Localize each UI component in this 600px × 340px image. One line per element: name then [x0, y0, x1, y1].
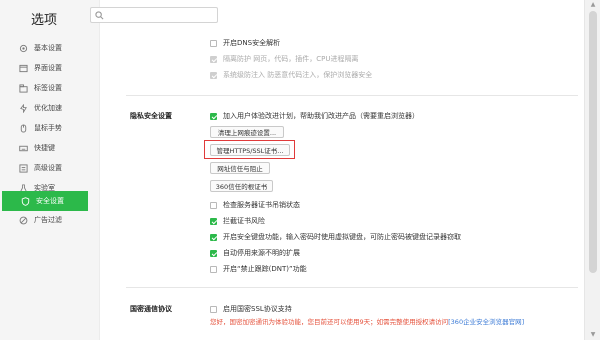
sidebar-item-label: 高级设置 [34, 164, 62, 172]
option-label: 系统级防注入 防恶意代码注入，保护浏览器安全 [223, 71, 373, 79]
root-certs-button[interactable]: 360信任的根证书 [210, 180, 273, 192]
disable-extensions-checkbox[interactable] [210, 249, 217, 257]
sidebar-item-label: 界面设置 [34, 64, 62, 72]
vertical-scrollbar[interactable]: ▲ ▼ [584, 0, 600, 340]
sidebar-item-label: 鼠标手势 [34, 124, 62, 132]
national-crypto-section-title: 国密通信协议 [130, 305, 172, 313]
search-icon [95, 11, 104, 20]
app-title: 选项 [31, 13, 58, 28]
sidebar-item-advanced[interactable]: 高级设置 [0, 158, 100, 178]
keyboard-icon [18, 143, 28, 153]
search-input[interactable] [90, 7, 218, 23]
option-disable-extensions[interactable]: 自动停用来源不明的扩展 [210, 248, 300, 258]
lightning-icon [18, 103, 28, 113]
cert-risk-checkbox[interactable] [210, 217, 217, 225]
shield-icon [20, 196, 30, 206]
isolation-checkbox[interactable] [210, 55, 217, 63]
advanced-icon [18, 163, 28, 173]
block-icon [18, 215, 28, 225]
section-divider [126, 287, 578, 288]
clear-history-button[interactable]: 清理上网痕迹设置... [210, 126, 284, 138]
sidebar-item-security[interactable]: 安全设置 [2, 191, 88, 211]
anti-injection-checkbox[interactable] [210, 71, 217, 79]
tab-icon [18, 83, 28, 93]
join-plan-checkbox[interactable] [210, 112, 217, 120]
sidebar-item-label: 广告过滤 [34, 216, 62, 224]
sidebar-item-label: 标签设置 [34, 84, 62, 92]
option-dns[interactable]: 开启DNS安全解析 [210, 38, 280, 48]
sidebar-item-shortcuts[interactable]: 快捷键 [0, 138, 100, 158]
manage-certs-button[interactable]: 管理HTTPS/SSL证书... [210, 144, 290, 156]
sidebar-item-interface[interactable]: 界面设置 [0, 58, 100, 78]
trust-block-button[interactable]: 网址信任与阻止 [210, 162, 270, 174]
option-label: 检查服务器证书吊销状态 [223, 201, 300, 209]
trial-notice-text: 您好，国密加密通讯为体验功能，您目前还可以使用9天；如需完整使用授权请访问 [210, 318, 449, 326]
scroll-thumb[interactable] [589, 11, 597, 273]
sidebar-item-tabs[interactable]: 标签设置 [0, 78, 100, 98]
dns-checkbox[interactable] [210, 39, 217, 47]
option-label: 隔离防护 网页，代码，插件，CPU进程隔离 [223, 55, 359, 63]
option-cert-risk[interactable]: 拦截证书风险 [210, 216, 265, 226]
option-join-plan[interactable]: 加入用户体验改进计划，帮助我们改进产品 （需要重启浏览器） [210, 111, 419, 121]
option-label: 加入用户体验改进计划，帮助我们改进产品 [223, 112, 356, 120]
gear-icon [18, 43, 28, 53]
privacy-section-title: 隐私安全设置 [130, 112, 172, 120]
option-anti-injection[interactable]: 系统级防注入 防恶意代码注入，保护浏览器安全 [210, 70, 372, 80]
sidebar-item-optimize[interactable]: 优化加速 [0, 98, 100, 118]
sidebar-item-label: 优化加速 [34, 104, 62, 112]
scroll-down-icon[interactable]: ▼ [589, 331, 597, 339]
restart-note: （需要重启浏览器） [356, 112, 419, 120]
sidebar-item-label: 安全设置 [36, 197, 64, 205]
sidebar-item-label: 快捷键 [34, 144, 55, 152]
mouse-icon [18, 123, 28, 133]
secure-keyboard-checkbox[interactable] [210, 233, 217, 241]
sidebar-item-mouse[interactable]: 鼠标手势 [0, 118, 100, 138]
sidebar-item-adblock[interactable]: 广告过滤 [0, 210, 100, 230]
option-label: 开启DNS安全解析 [223, 39, 281, 47]
official-site-link[interactable]: [360企业安全浏览器官网] [448, 316, 524, 326]
sidebar-item-basic[interactable]: 基本设置 [0, 38, 100, 58]
option-isolation[interactable]: 隔离防护 网页，代码，插件，CPU进程隔离 [210, 54, 358, 64]
option-dnt[interactable]: 开启“禁止跟踪(DNT)”功能 [210, 264, 307, 274]
revocation-checkbox[interactable] [210, 201, 217, 209]
option-national-ssl[interactable]: 启用国密SSL协议支持 [210, 304, 292, 314]
settings-content: 开启DNS安全解析 隔离防护 网页，代码，插件，CPU进程隔离 系统级防注入 防… [100, 31, 584, 340]
scroll-up-icon[interactable]: ▲ [589, 1, 597, 9]
option-label: 拦截证书风险 [223, 217, 265, 225]
sidebar-item-label: 基本设置 [34, 44, 62, 52]
option-revocation[interactable]: 检查服务器证书吊销状态 [210, 200, 300, 210]
section-divider [126, 95, 578, 96]
option-label: 启用国密SSL协议支持 [223, 305, 292, 313]
option-label: 自动停用来源不明的扩展 [223, 249, 300, 257]
option-label: 开启“禁止跟踪(DNT)”功能 [223, 265, 307, 273]
window-icon [18, 63, 28, 73]
option-secure-keyboard[interactable]: 开启安全键盘功能，输入密码时使用虚拟键盘，可防止密码被键盘记录器窃取 [210, 232, 461, 242]
trial-notice: 您好，国密加密通讯为体验功能，您目前还可以使用9天；如需完整使用授权请访问 [3… [210, 316, 524, 326]
dnt-checkbox[interactable] [210, 265, 217, 273]
national-ssl-checkbox[interactable] [210, 305, 217, 313]
option-label: 开启安全键盘功能，输入密码时使用虚拟键盘，可防止密码被键盘记录器窃取 [223, 233, 461, 241]
